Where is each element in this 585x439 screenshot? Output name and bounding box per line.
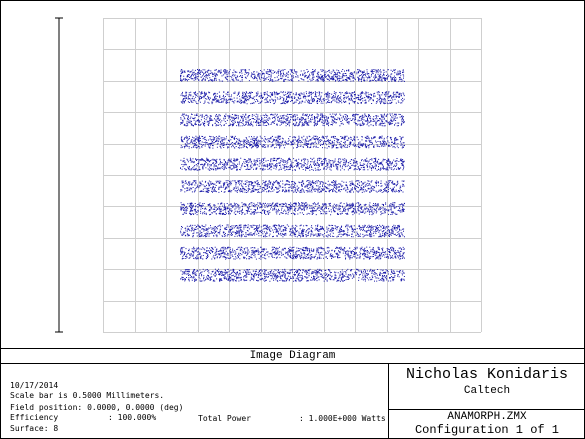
grid: [103, 18, 482, 333]
spot-points: [180, 180, 405, 193]
author-name: Nicholas Konidaris: [405, 366, 569, 383]
field-position-text: Field position: 0.0000, 0.0000 (deg): [10, 403, 184, 412]
scale-bar: [55, 17, 63, 333]
diagram-title: Image Diagram: [249, 350, 336, 362]
image-diagram-plot: [0, 0, 585, 348]
spot-stripe: [180, 180, 405, 193]
title-divider: [0, 363, 585, 364]
spot-diagram: [55, 17, 482, 333]
footer-top-border: [0, 348, 585, 349]
total-power-label: Total Power: [198, 414, 251, 423]
efficiency-value: : 100.000%: [108, 413, 157, 422]
surface-text: Surface: 8: [10, 424, 59, 433]
footer-panel: Image Diagram 10/17/2014 Scale bar is 0.…: [0, 348, 585, 439]
configuration-text: Configuration 1 of 1: [414, 423, 560, 437]
organization-name: Caltech: [463, 385, 511, 397]
efficiency-label: Efficiency: [10, 413, 59, 422]
date-text: 10/17/2014: [10, 381, 59, 390]
titleblock-divider: [388, 409, 585, 410]
total-power-value: : 1.000E+000 Watts: [299, 414, 386, 423]
scale-bar-text: Scale bar is 0.5000 Millimeters.: [10, 391, 165, 400]
